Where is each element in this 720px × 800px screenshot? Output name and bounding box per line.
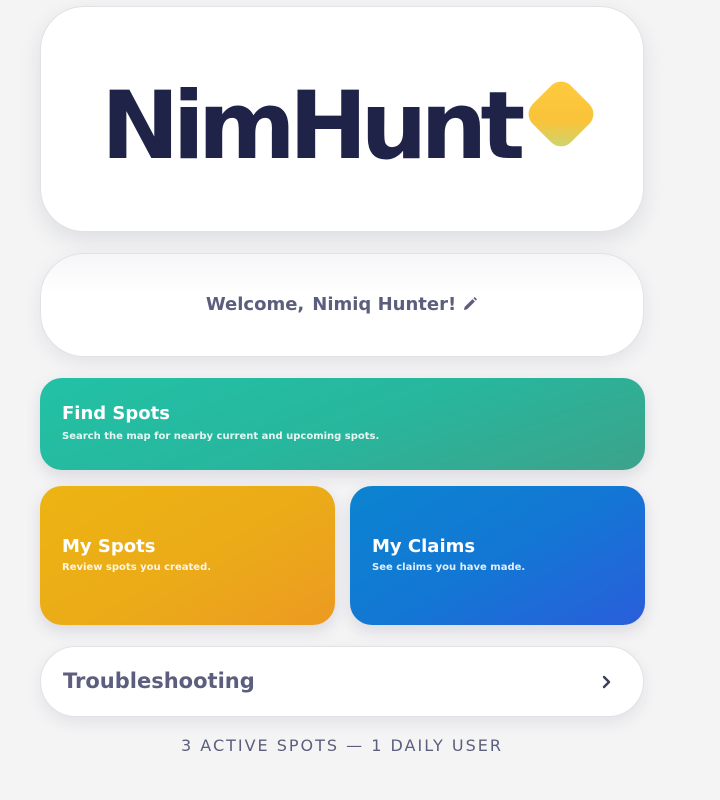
- home-screen: NimHunt Welcome, Nimiq Hunter! Find Spots…: [0, 0, 720, 800]
- nimhunt-logo: NimHunt: [101, 67, 601, 187]
- footer-stats: 3 ACTIVE SPOTS — 1 DAILY USER: [181, 736, 503, 755]
- find-spots-button[interactable]: Find Spots Search the map for nearby cur…: [40, 378, 645, 470]
- welcome-prefix: Welcome,: [205, 294, 305, 315]
- welcome-card: Welcome, Nimiq Hunter!: [40, 253, 644, 357]
- my-spots-button[interactable]: My Spots Review spots you created.: [40, 486, 335, 625]
- troubleshooting-label: Troubleshooting: [63, 669, 255, 693]
- pencil-icon[interactable]: [462, 296, 478, 312]
- chevron-right-icon: [602, 675, 611, 689]
- my-claims-title: My Claims: [372, 536, 476, 557]
- troubleshooting-button[interactable]: Troubleshooting: [40, 646, 644, 717]
- my-claims-button[interactable]: My Claims See claims you have made.: [350, 486, 645, 625]
- logo-card: NimHunt: [40, 6, 644, 232]
- my-spots-title: My Spots: [62, 536, 156, 557]
- logo-wordmark: NimHunt: [101, 72, 525, 181]
- diamond-icon: [522, 75, 600, 153]
- username[interactable]: Nimiq Hunter!: [312, 294, 456, 315]
- find-spots-title: Find Spots: [62, 403, 170, 424]
- my-claims-subtitle: See claims you have made.: [372, 562, 526, 573]
- find-spots-subtitle: Search the map for nearby current and up…: [62, 431, 380, 442]
- welcome-line: Welcome, Nimiq Hunter!: [41, 294, 643, 315]
- my-spots-subtitle: Review spots you created.: [62, 562, 212, 573]
